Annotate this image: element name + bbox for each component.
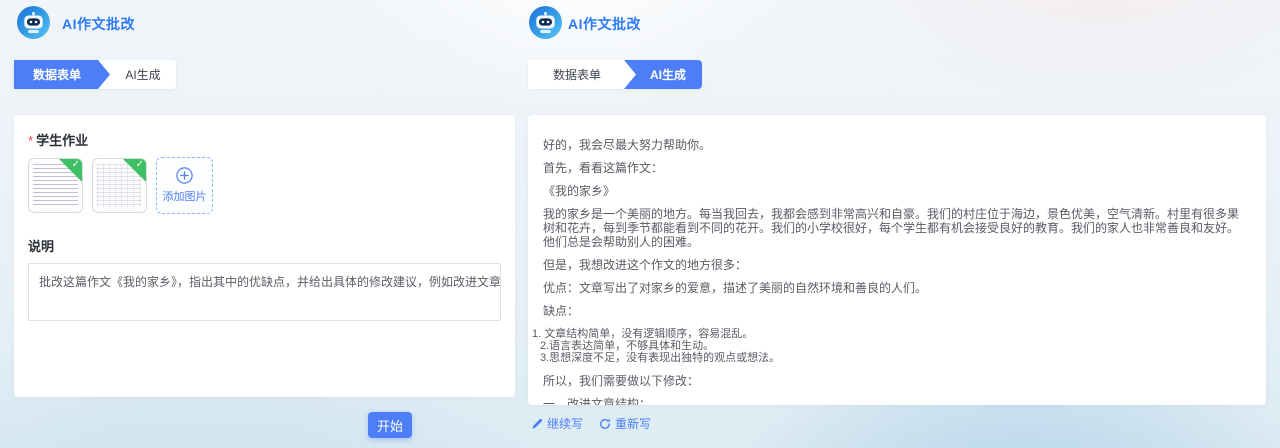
refresh-icon: [600, 418, 610, 429]
steps-left: 数据表单 AI生成: [14, 60, 176, 89]
rewrite-label: 重新写: [615, 417, 652, 431]
page-title: AI作文批改: [568, 16, 641, 32]
page-title: AI作文批改: [62, 16, 135, 32]
pencil-icon: [532, 418, 543, 429]
homework-label-text: 学生作业: [36, 133, 89, 148]
step-tab-ai-generate[interactable]: AI生成: [110, 60, 176, 89]
robot-icon: [529, 6, 562, 39]
uploaded-image-1[interactable]: ✓: [28, 158, 83, 213]
continue-writing-button[interactable]: 继续写: [531, 415, 583, 432]
list-item: 2.语言表达简单，不够具体和生动。: [540, 340, 715, 352]
add-image-label: 添加图片: [162, 191, 207, 203]
uploaded-image-2[interactable]: ✓: [92, 158, 147, 213]
output-numbered-list: 1. 文章结构简单，没有逻辑顺序，容易混乱。 2.语言表达简单，不够具体和生动。…: [532, 328, 1250, 364]
output-paragraph: 首先，看看这篇作文：: [543, 161, 664, 175]
steps-right: 数据表单 AI生成: [528, 60, 702, 89]
step-tab-data-form[interactable]: 数据表单: [14, 60, 110, 89]
app-canvas: AI作文批改 数据表单 AI生成 * 学生作业 ✓ ✓ 添加图片 说明 批改这篇…: [0, 0, 1280, 448]
add-image-button[interactable]: 添加图片: [156, 157, 213, 214]
step-tab-data-form[interactable]: 数据表单: [528, 60, 636, 89]
continue-writing-label: 继续写: [547, 417, 584, 431]
homework-field-label: * 学生作业: [28, 130, 501, 149]
description-input[interactable]: 批改这篇作文《我的家乡》，指出其中的优缺点，并给出具体的修改建议，例如改进文章结…: [28, 263, 501, 321]
check-icon: ✓: [71, 159, 80, 170]
list-item: 1. 文章结构简单，没有逻辑顺序，容易混乱。: [532, 328, 754, 340]
output-paragraph: 优点：文章写出了对家乡的爱意，描述了美丽的自然环境和善良的人们。: [543, 281, 928, 295]
output-paragraph: 《我的家乡》: [543, 184, 616, 198]
robot-icon: [17, 6, 50, 39]
list-item: 3.思想深度不足，没有表现出独特的观点或想法。: [540, 352, 781, 364]
output-paragraph: 我的家乡是一个美丽的地方。每当我回去，我都会感到非常高兴和自豪。我们的村庄位于海…: [543, 207, 1240, 249]
form-card: * 学生作业 ✓ ✓ 添加图片 说明 批改这篇作文《我的家乡》，指出其中的优缺点…: [14, 115, 515, 397]
rewrite-button[interactable]: 重新写: [599, 415, 651, 432]
output-paragraph: 所以，我们需要做以下修改：: [543, 374, 700, 388]
upload-thumbnails-row: ✓ ✓ 添加图片: [28, 157, 501, 214]
output-paragraph: 缺点：: [543, 304, 580, 318]
output-actions: 继续写 重新写: [531, 415, 651, 432]
output-paragraph: 但是，我想改进这个作文的地方很多：: [543, 258, 748, 272]
start-button[interactable]: 开始: [368, 412, 412, 438]
plus-circle-icon: [176, 167, 193, 184]
output-card: 好的，我会尽最大努力帮助你。 首先，看看这篇作文： 《我的家乡》 我的家乡是一个…: [528, 115, 1266, 405]
output-paragraph: 一、改进文章结构：: [543, 397, 652, 405]
check-icon: ✓: [135, 159, 144, 170]
description-field-label: 说明: [28, 239, 55, 254]
required-asterisk: *: [28, 133, 34, 148]
output-paragraph: 好的，我会尽最大努力帮助你。: [543, 138, 712, 152]
